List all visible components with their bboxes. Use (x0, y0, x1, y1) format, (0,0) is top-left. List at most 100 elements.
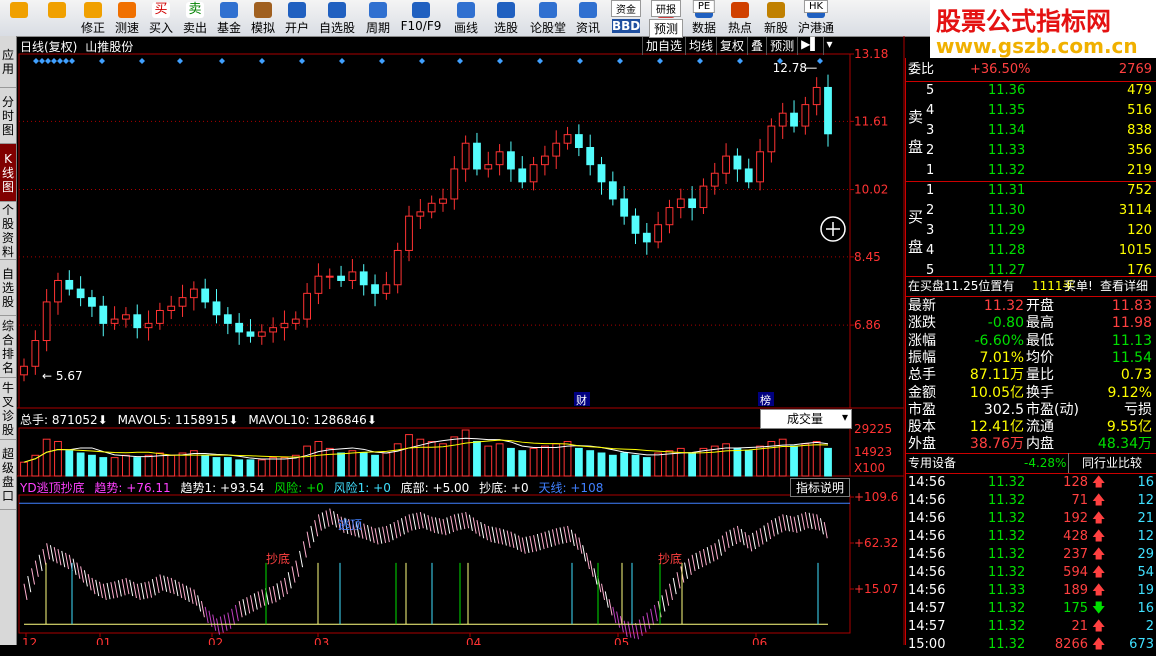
tick-time: 15:00 (908, 637, 946, 652)
candle (688, 198, 697, 209)
indicator-stripe (687, 558, 692, 575)
left-tab-2[interactable]: K线图 (0, 144, 16, 202)
arrow-up-icon: 🡅 (1092, 511, 1106, 526)
sector-compare-button[interactable]: 同行业比较 (1068, 453, 1155, 473)
toolbar-account-button[interactable]: 开户 (280, 0, 314, 36)
volume-bar (812, 441, 821, 477)
buy-level-row: 3 11.29 120 (906, 221, 1156, 241)
indicator-stripe (423, 513, 428, 530)
left-tab-6[interactable]: 牛叉诊股 (0, 378, 16, 440)
toolbar-ipo-button[interactable]: 新股 (758, 0, 794, 36)
toolbar-undo-button[interactable]: 修正 (76, 0, 110, 36)
volume-bar (790, 445, 798, 477)
indicator-stripe (453, 514, 458, 531)
indicator-stripe (502, 529, 507, 546)
indicator-stripe (280, 580, 285, 597)
stat-value: 87.11万 (969, 367, 1024, 384)
indicator-stripe (238, 600, 243, 618)
indicator-stripe (544, 531, 549, 548)
indicator-stripe (514, 533, 519, 550)
indicator-stripe (763, 525, 768, 542)
stock-name: 山推股份 (85, 40, 134, 54)
toolbar-left-arrow-button[interactable] (0, 0, 38, 36)
toolbar-forecast-button[interactable]: 研报 预测 (646, 0, 686, 38)
stat-label: 外盘 (908, 436, 936, 453)
tick-vol: 237 (1063, 547, 1088, 562)
tick-count: 19 (1137, 583, 1154, 598)
signal-diamond-icon (33, 58, 39, 64)
indicator-stripe (27, 575, 32, 593)
toolbar-data-button[interactable]: PE 数据 (686, 0, 722, 36)
toolbar-hk-button[interactable]: HK 沪港通 (794, 0, 838, 36)
candle (439, 198, 447, 204)
toolbar-fund-button[interactable]: 基金 (212, 0, 246, 36)
indicator-stripe (306, 531, 311, 548)
left-tab-4[interactable]: 自选股 (0, 260, 16, 316)
toolbar-news-button[interactable]: 资讯 (570, 0, 606, 36)
kline-chart[interactable]: 13.18 11.61 10.02 8.45 6.86 12.78 ← 5.67 财 榜 2922… (17, 36, 905, 645)
indicator-stripe (314, 520, 319, 537)
candle (110, 318, 119, 324)
left-tab-1[interactable]: 分时图 (0, 88, 16, 144)
toolbar-filter-button[interactable]: 选股 (486, 0, 526, 36)
toolbar-forum-button[interactable]: 论股堂 (526, 0, 570, 36)
left-tab-0[interactable]: 应用 (0, 36, 16, 88)
left-tab-7[interactable]: 超级盘口 (0, 440, 16, 510)
arrow-up-icon: 🡅 (1092, 475, 1106, 490)
toolbar-label: 选股 (493, 21, 518, 35)
volume-selector[interactable]: 成交量 ▾ (760, 409, 852, 429)
tick-price: 11.32 (988, 637, 1026, 652)
toolbar-calendar-button[interactable]: 周期 (360, 0, 396, 36)
stat-value: 0.73 (1120, 367, 1152, 384)
candle (450, 168, 459, 200)
indicator-stripe (767, 522, 772, 540)
volume-bar (461, 429, 470, 477)
toolbar-hot-button[interactable]: 热点 (722, 0, 758, 36)
notice-detail-link[interactable]: 查看详细 (1100, 276, 1148, 296)
chart-button-5[interactable]: ▶▌ (797, 37, 822, 55)
candle (99, 305, 108, 324)
toolbar-sell-button[interactable]: 卖卖出 (178, 0, 212, 36)
toolbar-simulate-button[interactable]: 模拟 (246, 0, 280, 36)
toolbar-clock-button[interactable]: 测速 (110, 0, 144, 36)
arrow-up-icon: 🡅 (1092, 637, 1106, 652)
volume-bar (586, 450, 595, 477)
toolbar-star-button[interactable]: 自选股 (314, 0, 360, 36)
indicator-stripe (299, 550, 304, 568)
volume-axis-label: 29225 (854, 422, 892, 436)
toolbar-right-arrow-button[interactable] (38, 0, 76, 36)
volume-bar (688, 452, 697, 477)
toolbar-label: 周期 (365, 21, 390, 35)
volume-bar (337, 452, 345, 477)
indicator-stripe (283, 577, 288, 595)
hot-icon (731, 2, 749, 18)
chart-button-4[interactable]: 预测 (766, 37, 797, 55)
event-marker-label: 榜 (760, 393, 771, 407)
chart-button-2[interactable]: 复权 (716, 37, 747, 55)
tick-vol: 21 (1071, 619, 1088, 634)
chart-button-1[interactable]: 均线 (685, 37, 716, 55)
toolbar-f10-button[interactable]: F10/F9 (396, 0, 446, 36)
chart-button-6[interactable]: ▾ (822, 37, 836, 55)
left-tab-5[interactable]: 综合排名 (0, 316, 16, 378)
volume-bar (733, 447, 742, 477)
date-axis-label: 03 (314, 636, 329, 645)
chart-button-3[interactable]: 叠 (747, 37, 766, 55)
stat-value: 12.41亿 (969, 419, 1024, 436)
indicator-stripe (231, 608, 236, 626)
stat-label: 总手 (908, 367, 936, 384)
indicator-stripe (729, 529, 734, 547)
toolbar-buy-button[interactable]: 买买入 (144, 0, 178, 36)
chart-button-0[interactable]: 加自选 (642, 37, 685, 55)
left-tab-3[interactable]: 个股资料 (0, 202, 16, 260)
indicator-stripe (197, 595, 202, 612)
volume-bar (359, 452, 368, 477)
indicator-help-button[interactable]: 指标说明 (790, 478, 850, 497)
indicator-stripe (212, 614, 217, 631)
indicator-stripe (408, 514, 413, 531)
toolbar-bbd-button[interactable]: 资金 BBD (606, 0, 646, 36)
indicator-stripe (589, 560, 594, 577)
candle (405, 215, 413, 251)
indicator-stripe (170, 577, 175, 595)
toolbar-pen-button[interactable]: 画线 (446, 0, 486, 36)
